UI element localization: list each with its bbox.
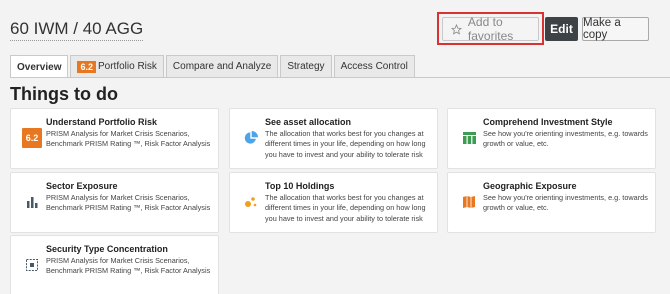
card-description: See how you're orienting investments, e.…: [483, 129, 648, 149]
pie-chart-icon: [241, 128, 261, 148]
edit-button[interactable]: Edit: [545, 17, 578, 41]
card-understand-portfolio-risk[interactable]: 6.2 Understand Portfolio Risk PRISM Anal…: [10, 108, 219, 169]
card-security-type-concentration[interactable]: Security Type Concentration PRISM Analys…: [10, 235, 219, 294]
tab-label: Portfolio Risk: [98, 61, 157, 72]
style-grid-icon: [459, 128, 479, 148]
tab-overview[interactable]: Overview: [10, 55, 69, 78]
card-title: Security Type Concentration: [46, 244, 168, 254]
holdings-dots-icon: [241, 192, 261, 212]
tab-access-control[interactable]: Access Control: [333, 55, 415, 77]
card-comprehend-investment-style[interactable]: Comprehend Investment Style See how you'…: [447, 108, 656, 169]
card-description: PRISM Analysis for Market Crisis Scenari…: [46, 256, 211, 276]
page-title: 60 IWM / 40 AGG: [10, 19, 144, 41]
card-geographic-exposure[interactable]: Geographic Exposure See how you're orien…: [447, 172, 656, 233]
prism-rating-badge: 6.2: [77, 60, 96, 73]
bar-chart-icon: [22, 192, 42, 212]
concentration-icon: [22, 255, 42, 275]
make-a-copy-button[interactable]: Make a copy: [582, 17, 649, 41]
card-description: The allocation that works best for you c…: [265, 129, 426, 159]
card-title: Sector Exposure: [46, 181, 118, 191]
section-title: Things to do: [10, 84, 118, 104]
card-title: See asset allocation: [265, 117, 352, 127]
card-title: Geographic Exposure: [483, 181, 577, 191]
tab-bar: Overview 6.2 Portfolio Risk Compare and A…: [10, 55, 415, 78]
card-description: The allocation that works best for you c…: [265, 193, 426, 223]
card-title: Top 10 Holdings: [265, 181, 335, 191]
tab-portfolio-risk[interactable]: 6.2 Portfolio Risk: [70, 55, 164, 77]
tab-label: Overview: [17, 61, 62, 73]
tab-label: Strategy: [287, 61, 325, 72]
map-icon: [459, 192, 479, 212]
card-see-asset-allocation[interactable]: See asset allocation The allocation that…: [229, 108, 438, 169]
tab-strategy[interactable]: Strategy: [280, 55, 332, 77]
card-top-10-holdings[interactable]: Top 10 Holdings The allocation that work…: [229, 172, 438, 233]
star-icon: [451, 23, 462, 35]
tab-label: Access Control: [340, 61, 408, 72]
card-description: PRISM Analysis for Market Crisis Scenari…: [46, 193, 211, 213]
tab-compare-and-analyze[interactable]: Compare and Analyze: [165, 55, 279, 77]
card-title: Understand Portfolio Risk: [46, 117, 158, 127]
card-description: See how you're orienting investments, e.…: [483, 193, 648, 213]
tab-label: Compare and Analyze: [172, 61, 272, 72]
prism-rating-badge-icon: 6.2: [22, 128, 42, 148]
tab-divider: [10, 77, 670, 78]
card-description: PRISM Analysis for Market Crisis Scenari…: [46, 129, 211, 149]
add-to-favorites-label: Add to favorites: [467, 15, 514, 43]
card-sector-exposure[interactable]: Sector Exposure PRISM Analysis for Marke…: [10, 172, 219, 233]
card-title: Comprehend Investment Style: [483, 117, 613, 127]
add-to-favorites-button[interactable]: Add to favorites: [442, 15, 539, 43]
